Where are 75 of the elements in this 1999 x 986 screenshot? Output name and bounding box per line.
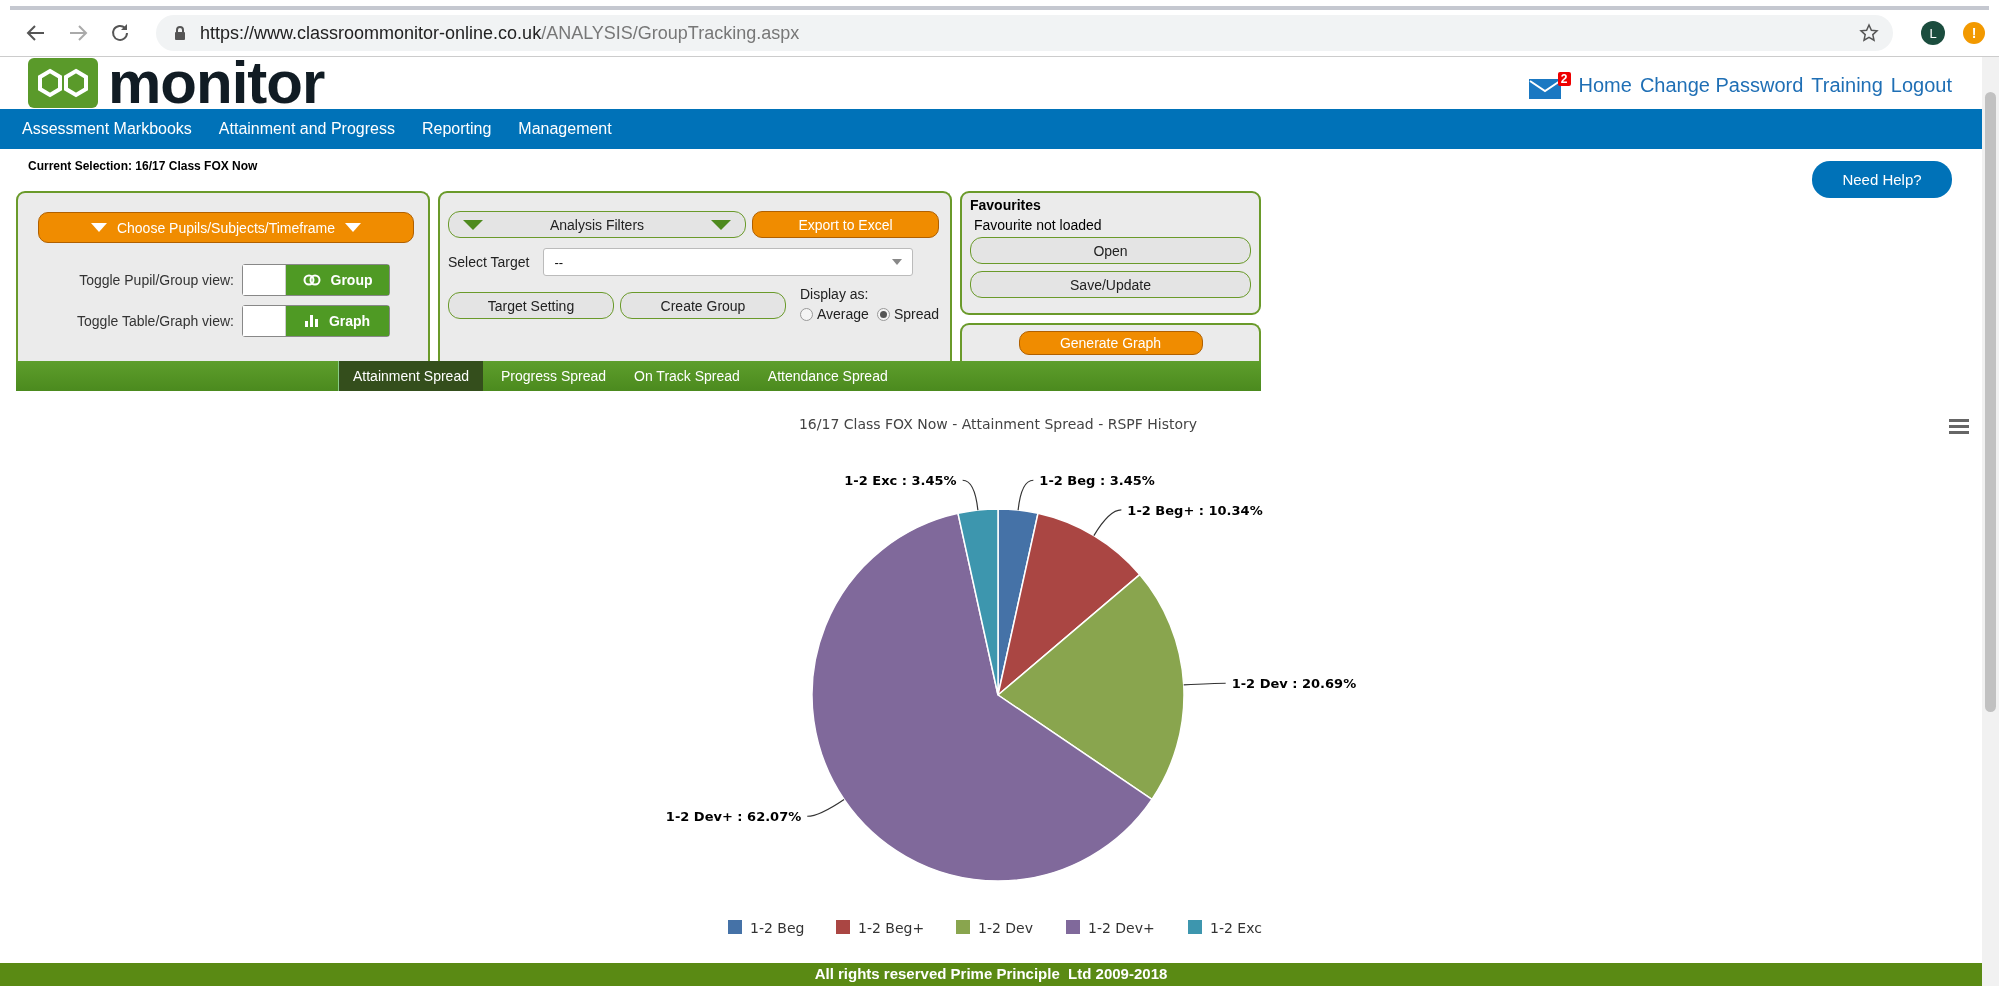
action-button[interactable]: Target Setting bbox=[448, 292, 614, 319]
tab[interactable]: Attainment Spread bbox=[338, 361, 483, 391]
data-label: 1-2 Dev+ : 62.07% bbox=[665, 809, 802, 825]
header-link[interactable]: Home bbox=[1578, 74, 1632, 97]
mail-button[interactable]: 2 bbox=[1528, 72, 1571, 99]
status-text: Favourite not loaded bbox=[974, 217, 1103, 233]
legend-swatch bbox=[956, 920, 970, 934]
scrollbar[interactable] bbox=[1982, 57, 1999, 986]
nav-menu-item[interactable]: Reporting bbox=[421, 120, 492, 138]
legend-item[interactable]: 1-2 Dev+ bbox=[1066, 920, 1155, 936]
leader-line bbox=[1183, 682, 1227, 686]
star-icon[interactable] bbox=[1859, 23, 1879, 43]
toggle-label: Toggle Pupil/Group view: bbox=[78, 272, 234, 288]
legend-label: 1-2 Dev bbox=[978, 920, 1033, 936]
bar-chart-icon bbox=[304, 315, 319, 327]
help-button[interactable]: Need Help? bbox=[1812, 161, 1952, 198]
logo-wordmark: monitor bbox=[108, 57, 325, 109]
nav-menu-item[interactable]: Assessment Markbooks bbox=[22, 120, 192, 138]
legend-swatch bbox=[1188, 920, 1202, 934]
leader-line bbox=[1093, 509, 1122, 537]
copyright-text: All rights reserved Prime Principle Ltd 2009-2018 bbox=[814, 965, 1168, 984]
header-link[interactable]: Change Password bbox=[1639, 74, 1804, 97]
field-label: Select Target bbox=[448, 254, 530, 270]
legend-item[interactable]: 1-2 Beg+ bbox=[836, 920, 925, 936]
favourite-button[interactable]: Save/Update bbox=[970, 271, 1251, 298]
tab[interactable]: On Track Spread bbox=[620, 361, 754, 391]
data-label: 1-2 Dev : 20.69% bbox=[1231, 676, 1357, 692]
nav-menu-item[interactable]: Management bbox=[518, 120, 612, 138]
triangle-down-icon bbox=[90, 223, 107, 232]
lock-icon bbox=[174, 25, 186, 41]
profile-avatar[interactable]: L bbox=[1921, 21, 1945, 45]
panel-title: Favourites bbox=[970, 197, 1042, 213]
toggle-label: Toggle Table/Graph view: bbox=[76, 313, 234, 329]
legend-item[interactable]: 1-2 Dev bbox=[956, 920, 1033, 936]
legend-label: 1-2 Dev+ bbox=[1088, 920, 1155, 936]
header-link[interactable]: Logout bbox=[1890, 74, 1952, 97]
caret-icon bbox=[892, 259, 903, 265]
target-dropdown[interactable]: -- bbox=[543, 248, 914, 276]
legend-swatch bbox=[1066, 920, 1080, 934]
toggle-switch[interactable]: Group bbox=[242, 264, 390, 296]
legend-label: 1-2 Beg+ bbox=[858, 920, 925, 936]
triangle-down-icon bbox=[345, 223, 362, 232]
triangle-down-icon bbox=[463, 219, 483, 230]
scrollbar-thumb[interactable] bbox=[1985, 92, 1996, 712]
rings-icon bbox=[302, 274, 321, 286]
data-label: 1-2 Beg+ : 10.34% bbox=[1127, 502, 1263, 518]
envelope-icon bbox=[1528, 79, 1561, 99]
address-bar[interactable]: https://www.classroommonitor-online.co.uk/ANALYSIS/GroupTracking.aspx bbox=[156, 15, 1893, 51]
leader-line bbox=[962, 479, 979, 511]
data-label: 1-2 Beg : 3.45% bbox=[1039, 473, 1155, 489]
chart-title: 16/17 Class FOX Now - Attainment Spread - RSPF History bbox=[798, 416, 1198, 432]
legend-item[interactable]: 1-2 Beg bbox=[728, 920, 805, 936]
radio-option[interactable]: Average bbox=[800, 306, 869, 322]
field-label: Display as: bbox=[800, 286, 870, 302]
current-selection: Current Selection: 16/17 Class FOX Now bbox=[28, 159, 258, 173]
triangle-down-icon bbox=[711, 219, 731, 230]
radio-option[interactable]: Spread bbox=[876, 306, 940, 322]
legend-label: 1-2 Beg bbox=[750, 920, 805, 936]
leader-line bbox=[1017, 479, 1034, 511]
toggle-switch[interactable]: Graph bbox=[242, 305, 390, 337]
legend-swatch bbox=[728, 920, 742, 934]
menu-icon[interactable] bbox=[1949, 419, 1969, 434]
leader-line bbox=[806, 798, 845, 817]
legend-swatch bbox=[836, 920, 850, 934]
header-link[interactable]: Training bbox=[1811, 74, 1883, 97]
message-count-badge: 2 bbox=[1557, 72, 1571, 86]
legend-label: 1-2 Exc bbox=[1210, 920, 1262, 936]
analysis-filters-button[interactable]: Analysis Filters bbox=[448, 211, 746, 238]
nav-menu-item[interactable]: Attainment and Progress bbox=[218, 120, 395, 138]
legend-item[interactable]: 1-2 Exc bbox=[1188, 920, 1262, 936]
action-button[interactable]: Create Group bbox=[620, 292, 786, 319]
tab[interactable]: Attendance Spread bbox=[753, 361, 902, 391]
tab[interactable]: Progress Spread bbox=[486, 361, 621, 391]
data-label: 1-2 Exc : 3.45% bbox=[844, 473, 957, 489]
favourite-button[interactable]: Open bbox=[970, 237, 1251, 264]
